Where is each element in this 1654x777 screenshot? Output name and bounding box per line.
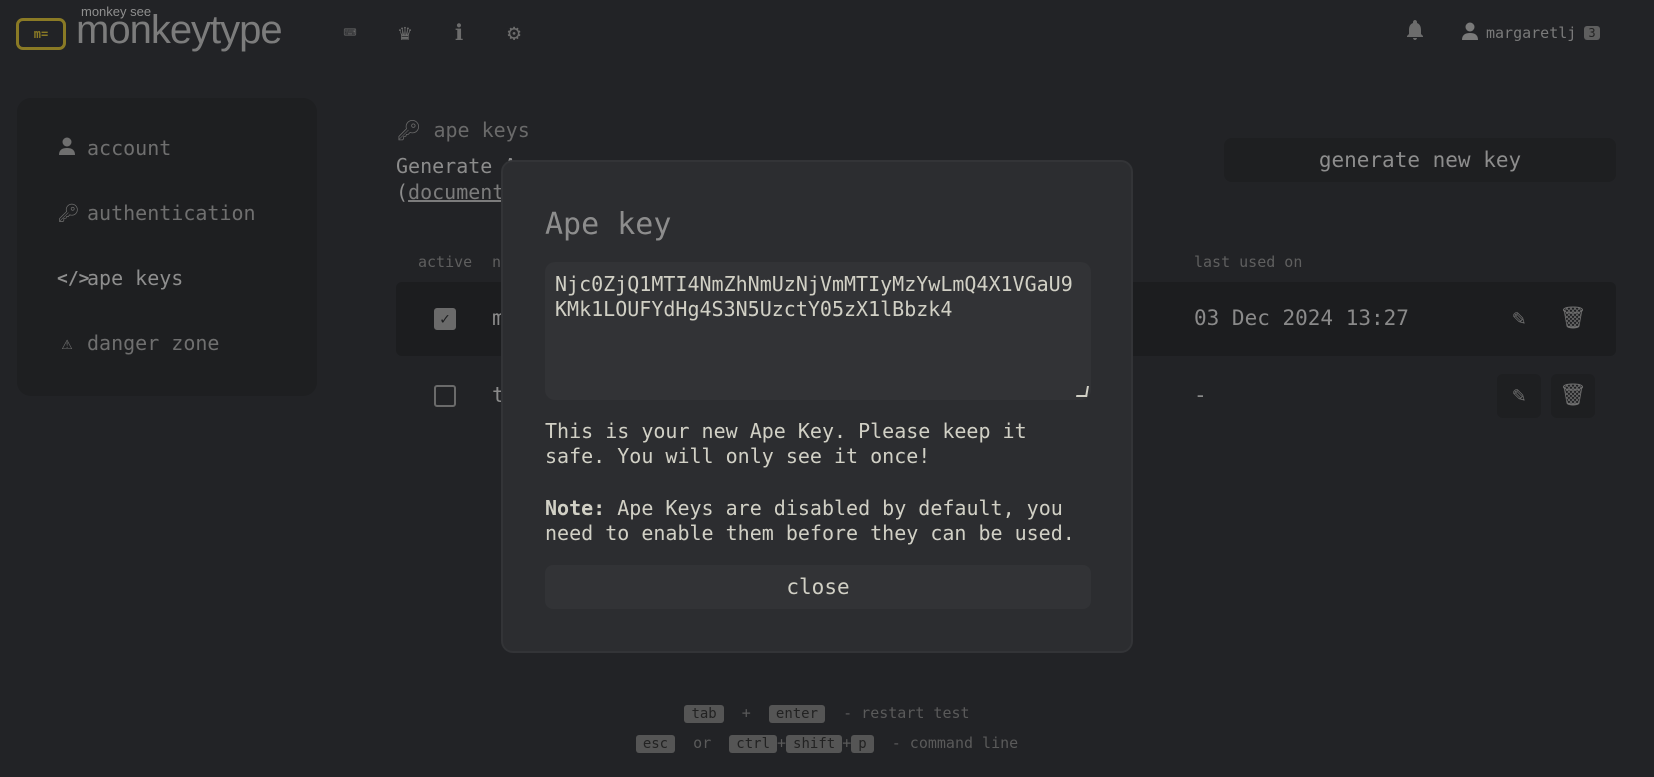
edit-button[interactable]: ✎ (1497, 374, 1541, 418)
edit-button[interactable]: ✎ (1497, 297, 1541, 341)
pencil-icon: ✎ (1512, 306, 1526, 331)
key-icon: 🔑︎ (396, 118, 422, 142)
user-menu[interactable]: margaretlj 3 (1462, 22, 1600, 44)
key-shift: shift (786, 735, 843, 753)
keyboard-icon[interactable]: ⌨ (336, 20, 364, 48)
key-ctrl: ctrl (729, 735, 778, 753)
sidebar-item-label: danger zone (87, 331, 220, 355)
modal-title: Ape key (545, 207, 672, 242)
shortcut-hint-restart: tab + enter - restart test (0, 704, 1654, 723)
ape-key-textarea[interactable]: Njc0ZjQ1MTI4NmZhNmUzNjVmMTIyMzYwLmQ4X1VG… (545, 262, 1091, 400)
bell-icon[interactable] (1406, 20, 1424, 45)
crown-icon[interactable]: ♛ (391, 20, 419, 48)
key-esc: esc (635, 735, 676, 753)
trash-icon: 🗑︎ (1559, 383, 1587, 408)
sidebar-item-authentication[interactable]: 🔑︎ authentication (57, 201, 256, 225)
user-icon (57, 137, 77, 160)
user-icon (1462, 22, 1478, 44)
warning-icon: ⚠ (61, 332, 73, 354)
top-bar: m= monkey see monkeytype ⌨ ♛ ℹ ⚙ margare… (0, 0, 1654, 70)
ape-key-modal: Ape key Njc0ZjQ1MTI4NmZhNmUzNjVmMTIyMzYw… (501, 160, 1133, 653)
sidebar-item-danger-zone[interactable]: ⚠ danger zone (57, 331, 220, 355)
info-icon[interactable]: ℹ (445, 20, 473, 48)
logo-icon[interactable]: m= (16, 18, 66, 50)
code-icon: </> (57, 267, 90, 289)
active-checkbox[interactable]: ✓ (434, 308, 456, 330)
trash-icon: 🗑︎ (1559, 306, 1587, 331)
gear-icon[interactable]: ⚙ (500, 20, 528, 48)
shortcut-hint-command-line: esc or ctrl + shift + p - command line (0, 734, 1654, 753)
documentation-link[interactable]: document (408, 180, 504, 204)
pencil-icon: ✎ (1512, 383, 1526, 408)
section-title: 🔑︎ ape keys (396, 118, 530, 142)
active-checkbox[interactable] (434, 385, 456, 407)
settings-sidebar: account 🔑︎ authentication </> ape keys ⚠… (17, 98, 317, 396)
sidebar-item-account[interactable]: account (57, 136, 171, 160)
username: margaretlj (1486, 24, 1577, 42)
key-tab: tab (684, 705, 724, 723)
last-used: - (1194, 383, 1207, 407)
generate-new-key-button[interactable]: generate new key (1224, 138, 1616, 182)
note-text: Ape Keys are disabled by default, you ne… (545, 496, 1075, 545)
delete-button[interactable]: 🗑︎ (1551, 297, 1595, 341)
key-p: p (851, 735, 874, 753)
resize-handle-icon[interactable] (1076, 386, 1089, 397)
sidebar-item-ape-keys[interactable]: </> ape keys (57, 266, 183, 290)
logo-text[interactable]: monkeytype (76, 8, 283, 53)
key-enter: enter (768, 705, 826, 723)
modal-message: This is your new Ape Key. Please keep it… (545, 419, 1027, 468)
note-label: Note: (545, 496, 606, 520)
key-icon: 🔑︎ (57, 202, 80, 224)
column-header-active: active (418, 253, 473, 271)
close-button[interactable]: close (545, 565, 1091, 609)
sidebar-item-label: authentication (87, 201, 256, 225)
delete-button[interactable]: 🗑︎ (1551, 374, 1595, 418)
level-badge: 3 (1584, 26, 1600, 40)
ape-key-value: Njc0ZjQ1MTI4NmZhNmUzNjVmMTIyMzYwLmQ4X1VG… (555, 272, 1073, 321)
last-used: 03 Dec 2024 13:27 (1194, 306, 1409, 330)
modal-note: Note: Ape Keys are disabled by default, … (545, 496, 1091, 546)
column-header-last-used: last used on (1194, 253, 1303, 271)
sidebar-item-label: ape keys (87, 266, 184, 290)
column-header-name: n (492, 253, 502, 271)
sidebar-item-label: account (87, 136, 172, 160)
